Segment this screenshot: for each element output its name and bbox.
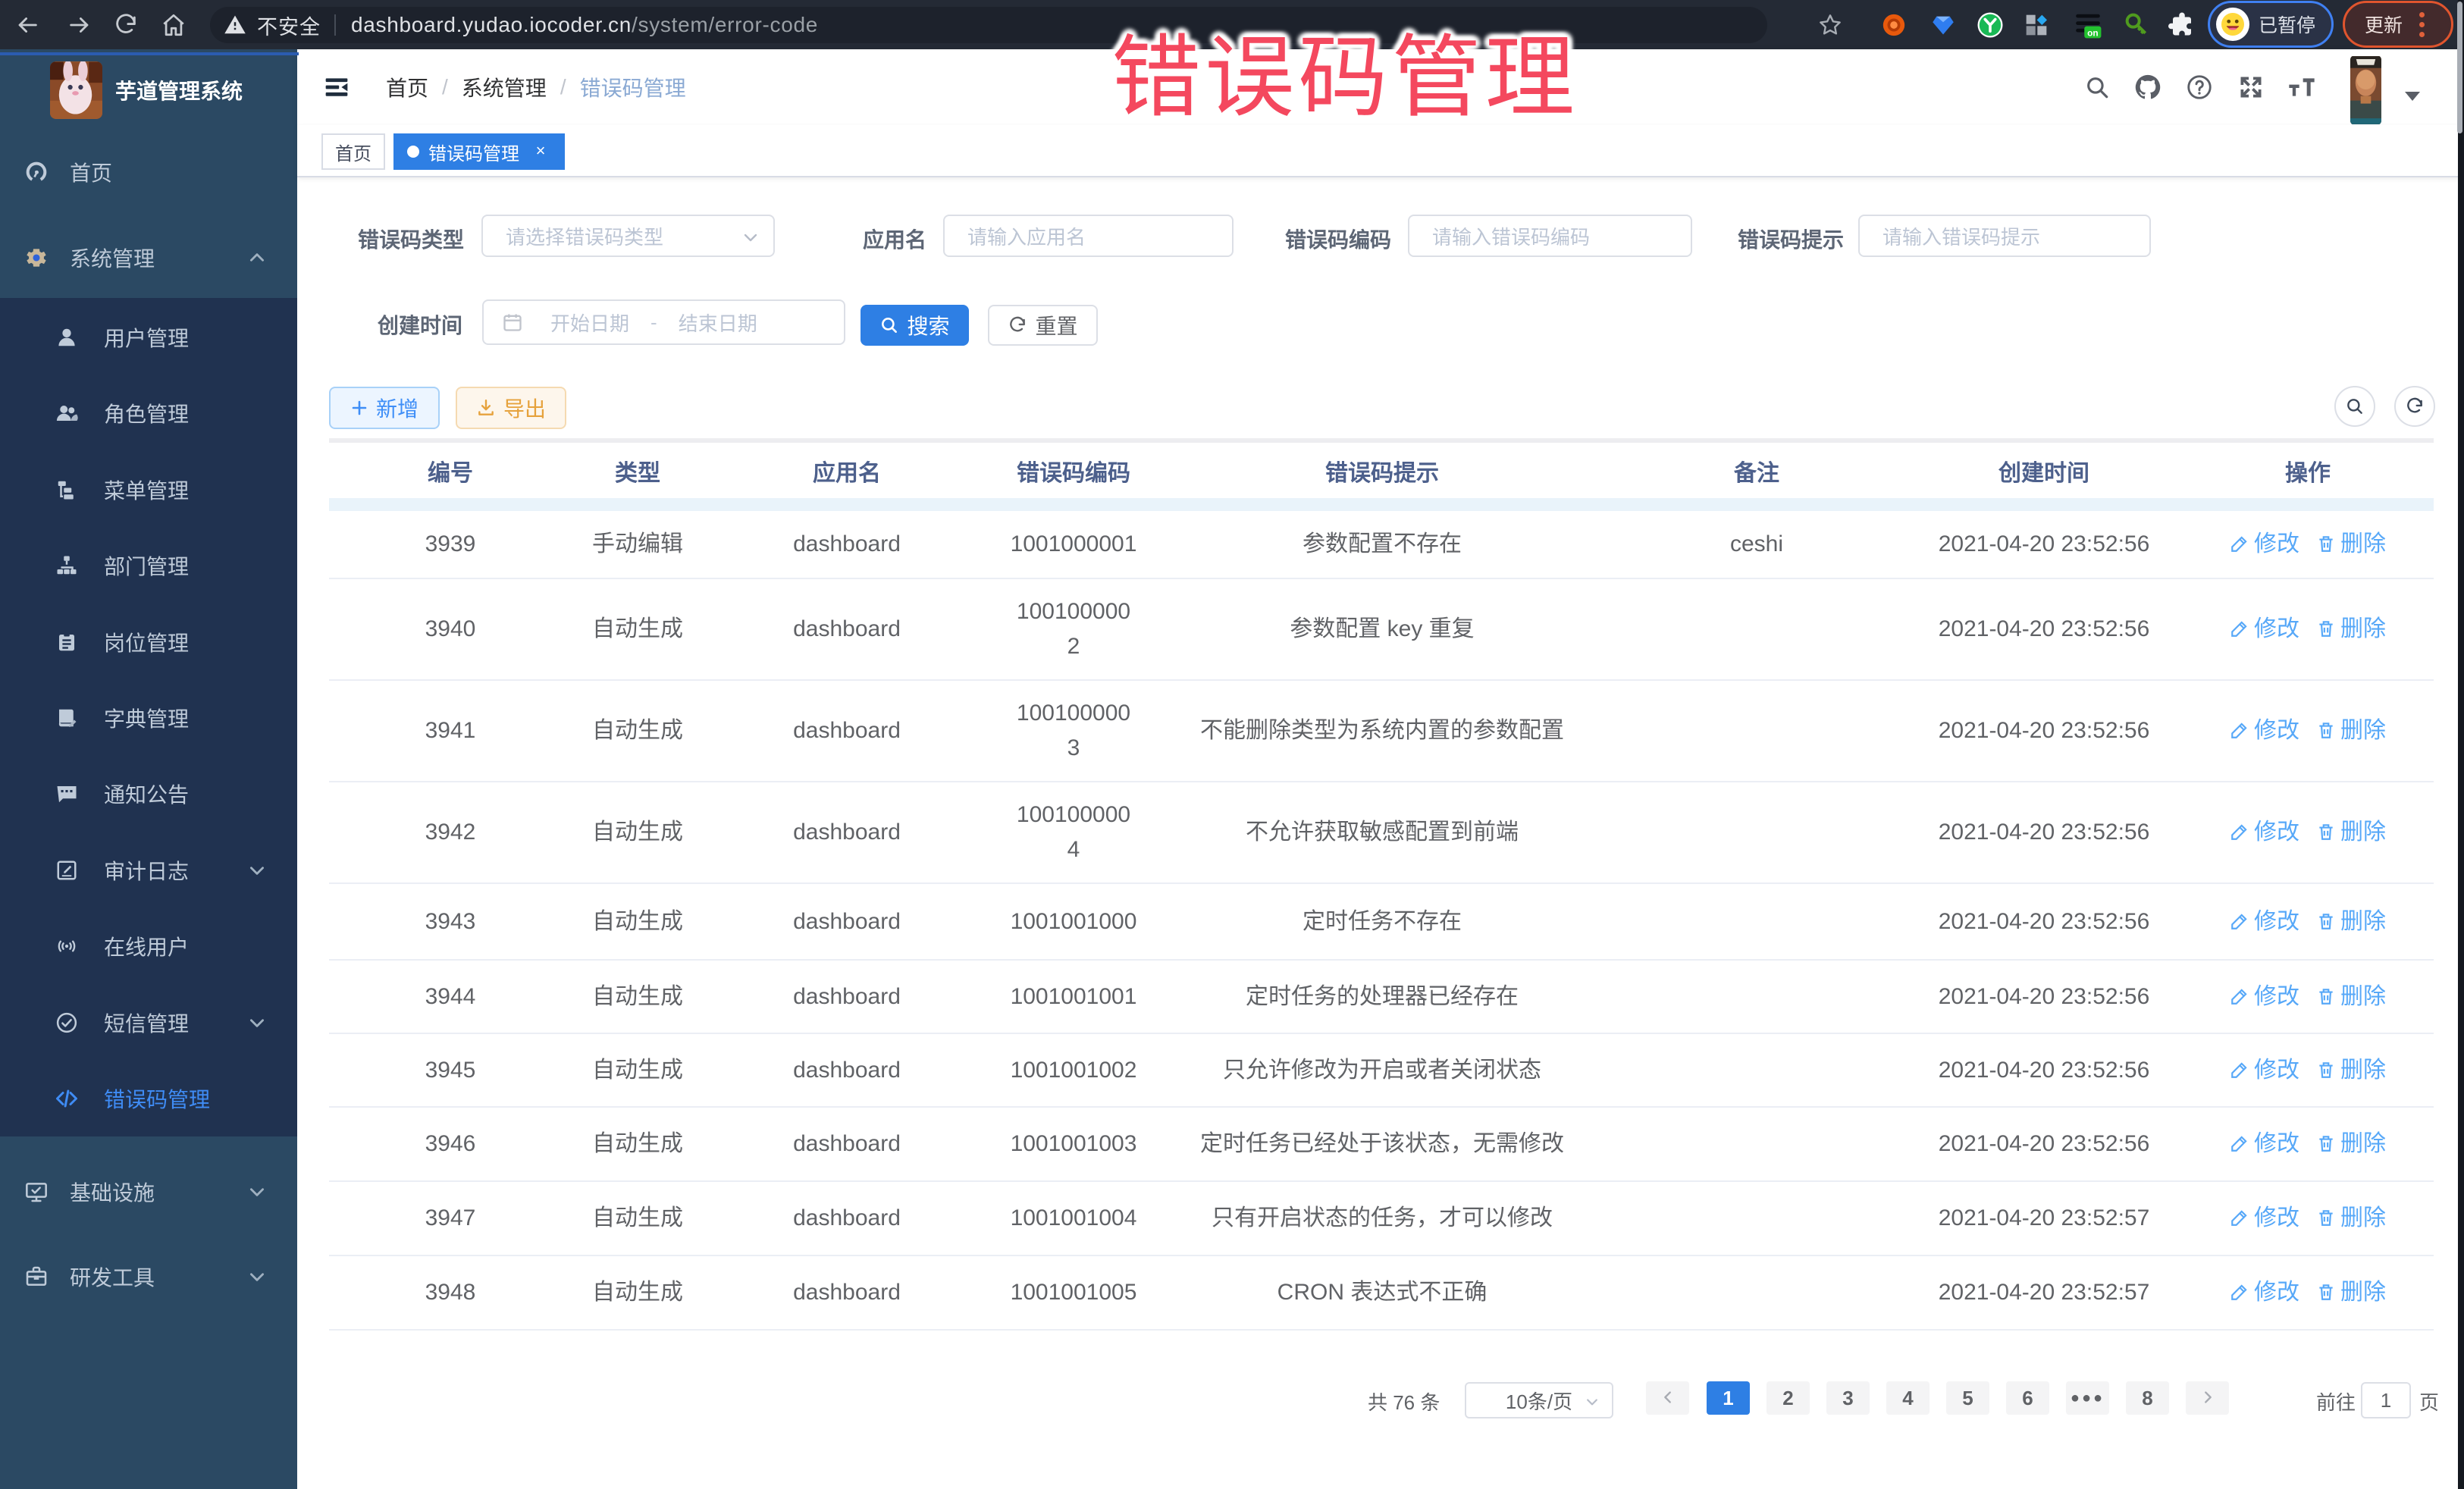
svg-text:on: on [2087, 27, 2099, 38]
